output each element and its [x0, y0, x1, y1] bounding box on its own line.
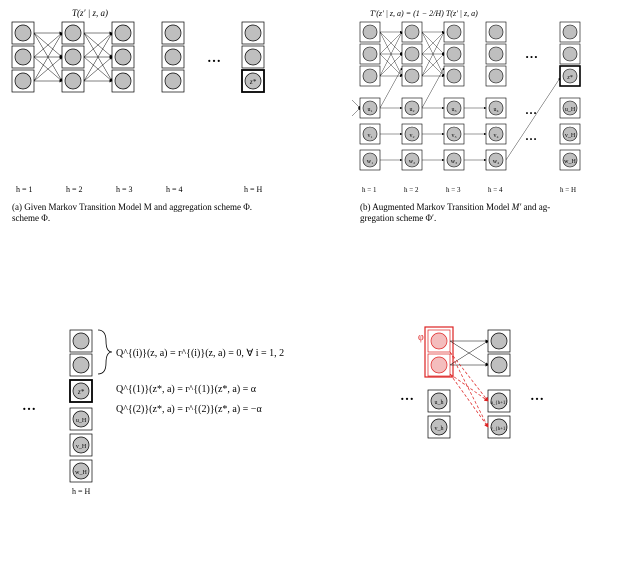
- panel-b: T′(z′ | z, a) = (1 − 2/H) T(z′ | z, a) …: [352, 9, 580, 194]
- svg-text:z*: z*: [566, 75, 572, 81]
- b-col-hH: z*: [560, 22, 580, 86]
- col-h4: [162, 22, 184, 92]
- d-edges: [450, 341, 488, 365]
- b-chains: u₁ u₂ u₃ u₄ u_H v₁ v₂ v₃ v₄ v_H w₁ w₂ w₃…: [352, 68, 580, 170]
- svg-text:u_H: u_H: [565, 107, 576, 113]
- svg-text:v_{h+1}: v_{h+1}: [490, 427, 508, 432]
- svg-text:u_H: u_H: [76, 418, 87, 424]
- svg-text:h = H: h = H: [72, 487, 91, 496]
- svg-text:u₁: u₁: [367, 107, 372, 113]
- panel-a: T(z′ | z, a): [12, 8, 264, 194]
- svg-text:h = H: h = H: [560, 186, 576, 194]
- svg-text:h = 1: h = 1: [362, 186, 377, 194]
- svg-text:v_H: v_H: [76, 444, 87, 450]
- svg-text:w_H: w_H: [564, 159, 576, 165]
- svg-text:h = 4: h = 4: [488, 186, 503, 194]
- svg-text:w₂: w₂: [409, 159, 415, 165]
- svg-text:v₁: v₁: [367, 133, 372, 139]
- node-zstar: z*: [242, 70, 264, 92]
- svg-text:Q^{(i)}(z, a) = r^{(i)}(z, a): Q^{(i)}(z, a) = r^{(i)}(z, a) = 0, ∀ i =…: [116, 348, 284, 359]
- d-red-edges: [450, 352, 488, 427]
- svg-text:u₂: u₂: [409, 107, 414, 113]
- ellipsis: …: [525, 46, 538, 61]
- svg-text:v_H: v_H: [565, 133, 576, 139]
- svg-text:v₄: v₄: [493, 133, 498, 139]
- svg-text:z*: z*: [77, 388, 85, 396]
- svg-text:v_h: v_h: [435, 426, 444, 432]
- caption-a2: scheme Φ.: [12, 213, 50, 223]
- svg-text:h = 4: h = 4: [166, 185, 183, 194]
- ellipsis: …: [207, 51, 221, 66]
- svg-text:h = 2: h = 2: [66, 185, 83, 194]
- edges-23: [84, 33, 112, 81]
- svg-text:Q^{(2)}(z*, a) = r^{(2)}(z*, a: Q^{(2)}(z*, a) = r^{(2)}(z*, a) = −α: [116, 404, 262, 415]
- col-h1: [12, 22, 34, 92]
- caption-b2: gregation scheme Φ′.: [360, 213, 436, 223]
- svg-text:h = H: h = H: [244, 185, 263, 194]
- svg-text:u_{h+1}: u_{h+1}: [490, 401, 508, 406]
- panel-d: … φ u_h v_h u_{h+1} v_{h+1}: [400, 327, 544, 438]
- panel-c: … z* u_H v_H w_H h = H Q^{(i)}(z, a) = r…: [22, 330, 284, 496]
- col-hH: z*: [242, 22, 264, 92]
- b-hlabels: h = 1 h = 2 h = 3 h = 4 h = H: [362, 186, 576, 194]
- node-zstar: z*: [560, 66, 580, 86]
- svg-text:u₄: u₄: [493, 107, 498, 113]
- node: [12, 46, 34, 68]
- state-icon: [15, 25, 31, 41]
- ellipsis: …: [525, 129, 537, 143]
- node: [12, 70, 34, 92]
- svg-text:Q^{(1)}(z*, a) = r^{(1)}(z*, a: Q^{(1)}(z*, a) = r^{(1)}(z*, a) = α: [116, 384, 257, 395]
- a-hlabels: h = 1 h = 2 h = 3 h = 4 h = H: [16, 185, 263, 194]
- svg-text:w₄: w₄: [493, 159, 499, 165]
- ellipsis: …: [22, 399, 36, 414]
- panel-b-title: T′(z′ | z, a) = (1 − 2/H) T(z′ | z, a): [370, 9, 478, 18]
- svg-text:h = 3: h = 3: [116, 185, 133, 194]
- caption-b: (b) Augmented Markov Transition Model M′…: [360, 202, 550, 212]
- equations: Q^{(i)}(z, a) = r^{(i)}(z, a) = 0, ∀ i =…: [116, 348, 284, 415]
- svg-text:w₃: w₃: [451, 159, 457, 165]
- edges-12: [34, 33, 62, 81]
- svg-text:w_H: w_H: [75, 470, 87, 476]
- brace-icon: [98, 330, 112, 374]
- svg-text:u_h: u_h: [435, 400, 444, 406]
- node-zstar: z*: [70, 380, 92, 402]
- col-h2: [62, 22, 84, 92]
- caption-a: (a) Given Markov Transition Model M and …: [12, 202, 252, 212]
- node: [12, 22, 34, 44]
- svg-text:h = 3: h = 3: [446, 186, 461, 194]
- svg-text:w₁: w₁: [367, 159, 373, 165]
- ellipsis: …: [525, 103, 537, 117]
- svg-text:u₃: u₃: [451, 107, 456, 113]
- b-top: [360, 22, 506, 86]
- svg-text:v₃: v₃: [451, 133, 456, 139]
- ellipsis: …: [400, 389, 414, 404]
- panel-a-title: T(z′ | z, a): [72, 8, 108, 18]
- svg-text:h = 2: h = 2: [404, 186, 419, 194]
- col-h3: [112, 22, 134, 92]
- ellipsis: …: [530, 389, 544, 404]
- svg-text:v₂: v₂: [409, 133, 414, 139]
- svg-text:h = 1: h = 1: [16, 185, 33, 194]
- phi-label: φ: [418, 332, 424, 343]
- svg-text:z*: z*: [249, 78, 257, 86]
